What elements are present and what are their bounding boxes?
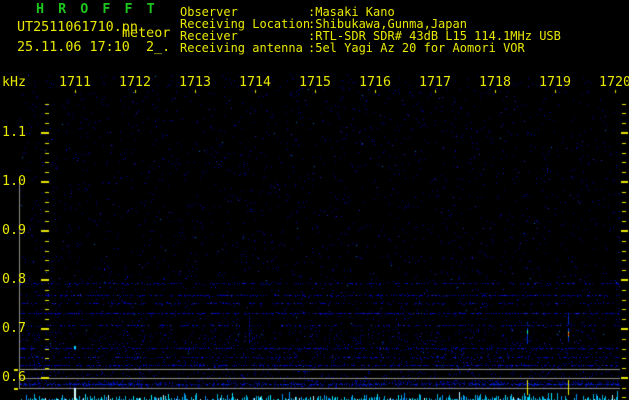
hrofft-window: H R O F F T UT2511061710.pn meteor 25.11… (0, 0, 629, 400)
freq-tick-label: 0.6 (2, 370, 27, 385)
freq-tick-label: 0.8 (2, 272, 27, 287)
time-tick-label: 1717 (419, 75, 452, 90)
time-tick-label: 1720 (599, 75, 629, 90)
freq-tick-label: 0.7 (2, 321, 27, 336)
time-tick-label: 1719 (539, 75, 572, 90)
time-tick-label: 1713 (179, 75, 212, 90)
freq-tick-label: 0.9 (2, 223, 27, 238)
time-tick-label: 1711 (59, 75, 92, 90)
echo-counter-label: 2_. (146, 40, 171, 55)
info-label: Receiving antenna (180, 41, 303, 55)
freq-tick-label: 1.1 (2, 125, 27, 140)
spectrogram-canvas (0, 0, 629, 400)
filename-label: UT2511061710.pn (17, 20, 138, 35)
time-tick-label: 1712 (119, 75, 152, 90)
station-name-label: meteor (122, 26, 171, 41)
time-tick-label: 1718 (479, 75, 512, 90)
time-tick-label: 1715 (299, 75, 332, 90)
freq-tick-label: 1.0 (2, 174, 27, 189)
app-title: H R O F F T (36, 2, 158, 17)
info-value: :5el Yagi Az 20 for Aomori VOR (308, 41, 525, 55)
timestamp-label: 25.11.06 17:10 (17, 40, 130, 55)
time-tick-label: 1716 (359, 75, 392, 90)
time-tick-label: 1714 (239, 75, 272, 90)
freq-unit-label: kHz (2, 75, 27, 90)
